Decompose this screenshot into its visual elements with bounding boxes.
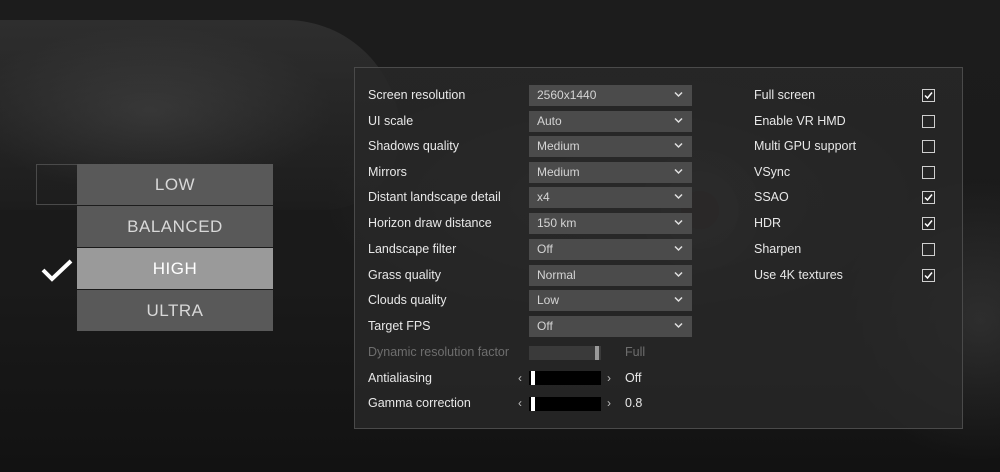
checkmark-icon [924,220,933,228]
setting-label: Antialiasing [368,371,432,385]
slider-value: Full [625,345,646,359]
shadows-quality-dropdown[interactable]: Medium [529,136,692,157]
slider-thumb[interactable] [531,397,535,411]
chevron-down-icon [674,142,683,149]
vsync-checkbox[interactable] [922,166,935,179]
setting-label: Horizon draw distance [368,216,492,230]
chevron-down-icon [674,193,683,200]
slider-value: Off [625,371,642,385]
toggle-label: Use 4K textures [754,268,843,282]
preset-ultra-button[interactable]: ULTRA [77,290,273,331]
dropdown-value: Normal [537,268,576,282]
dropdown-value: 2560x1440 [537,88,597,102]
preset-low-button[interactable]: LOW [77,164,273,205]
setting-label: Screen resolution [368,88,466,102]
setting-label: Mirrors [368,165,407,179]
arrow-right-icon[interactable]: › [607,393,611,414]
gamma-correction-slider[interactable] [529,397,601,411]
toggle-label: SSAO [754,190,789,204]
settings-panel: Screen resolution 2560x1440 UI scale Aut… [354,67,963,429]
setting-label: Distant landscape detail [368,190,501,204]
antialiasing-slider[interactable] [529,371,601,385]
multi-gpu-support-checkbox[interactable] [922,140,935,153]
enable-vr-hmd-checkbox[interactable] [922,115,935,128]
chevron-down-icon [674,219,683,226]
checkmark-icon [41,259,73,282]
use-4k-textures-checkbox[interactable] [922,269,935,282]
dropdown-value: Medium [537,165,580,179]
dropdown-value: Off [537,242,553,256]
landscape-filter-dropdown[interactable]: Off [529,239,692,260]
arrow-right-icon[interactable]: › [607,368,611,389]
setting-label: Gamma correction [368,396,471,410]
chevron-down-icon [674,91,683,98]
slider-thumb[interactable] [531,371,535,385]
checkmark-icon [924,272,933,280]
toggle-label: Sharpen [754,242,802,256]
mirrors-dropdown[interactable]: Medium [529,162,692,183]
setting-label: Landscape filter [368,242,457,256]
chevron-down-icon [674,322,683,329]
setting-label: UI scale [368,114,414,128]
checkmark-icon [924,194,933,202]
dynamic-resolution-slider [529,346,601,360]
arrow-left-icon[interactable]: ‹ [518,393,522,414]
chevron-down-icon [674,245,683,252]
horizon-draw-distance-dropdown[interactable]: 150 km [529,213,692,234]
toggle-label: Full screen [754,88,816,102]
target-fps-dropdown[interactable]: Off [529,316,692,337]
ssao-checkbox[interactable] [922,191,935,204]
chevron-down-icon [674,168,683,175]
hdr-checkbox[interactable] [922,217,935,230]
chevron-down-icon [674,117,683,124]
slider-value: 0.8 [625,396,643,410]
slider-thumb [595,346,599,360]
clouds-quality-dropdown[interactable]: Low [529,290,692,311]
toggle-label: Multi GPU support [754,139,857,153]
preset-high-button[interactable]: HIGH [77,248,273,289]
dropdown-value: x4 [537,190,550,204]
setting-label: Shadows quality [368,139,460,153]
dropdown-value: Auto [537,114,562,128]
checkmark-icon [924,92,933,100]
full-screen-checkbox[interactable] [922,89,935,102]
dropdown-value: 150 km [537,216,577,230]
screen-resolution-dropdown[interactable]: 2560x1440 [529,85,692,106]
toggle-label: HDR [754,216,782,230]
setting-label: Clouds quality [368,293,447,307]
toggle-label: Enable VR HMD [754,114,846,128]
ui-scale-dropdown[interactable]: Auto [529,111,692,132]
preset-balanced-button[interactable]: BALANCED [77,206,273,247]
chevron-down-icon [674,296,683,303]
arrow-left-icon[interactable]: ‹ [518,368,522,389]
toggle-label: VSync [754,165,791,179]
chevron-down-icon [674,271,683,278]
setting-label: Target FPS [368,319,431,333]
grass-quality-dropdown[interactable]: Normal [529,265,692,286]
distant-landscape-detail-dropdown[interactable]: x4 [529,187,692,208]
sharpen-checkbox[interactable] [922,243,935,256]
setting-label: Grass quality [368,268,441,282]
dropdown-value: Off [537,319,553,333]
dropdown-value: Medium [537,139,580,153]
dropdown-value: Low [537,293,560,307]
setting-label: Dynamic resolution factor [368,345,510,359]
